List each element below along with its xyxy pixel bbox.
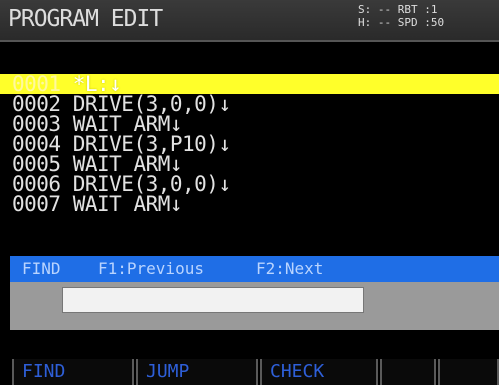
fkey-jump[interactable]: JUMP — [136, 359, 258, 385]
fkey-check[interactable]: CHECK — [260, 359, 378, 385]
status-line-1: S: -- RBT :1 — [358, 3, 438, 16]
find-dialog-header: FIND F1:Previous F2:Next — [10, 256, 499, 282]
find-previous-hint[interactable]: F1:Previous — [98, 256, 204, 282]
fkey-find[interactable]: FIND — [12, 359, 134, 385]
program-line[interactable]: 0004 DRIVE(3,P10)↓ — [0, 134, 499, 155]
fkey-4[interactable] — [380, 359, 436, 385]
find-dialog-title: FIND — [22, 259, 61, 278]
program-line[interactable]: 0002 DRIVE(3,0,0)↓ — [0, 94, 499, 115]
page-title: PROGRAM EDIT — [8, 6, 163, 32]
find-input[interactable] — [62, 287, 364, 313]
program-line[interactable]: 0001 *L:↓ — [0, 74, 499, 95]
status-panel: S: -- RBT :1 H: -- SPD :50 — [358, 3, 444, 29]
title-bar: PROGRAM EDIT S: -- RBT :1 H: -- SPD :50 — [0, 0, 499, 42]
status-line-2: H: -- SPD :50 — [358, 16, 445, 29]
line-number: 0007 — [12, 192, 61, 216]
pendant-screen: PROGRAM EDIT S: -- RBT :1 H: -- SPD :50 … — [0, 0, 499, 385]
program-line[interactable]: 0006 DRIVE(3,0,0)↓ — [0, 174, 499, 195]
program-line[interactable]: 0003 WAIT ARM↓ — [0, 114, 499, 135]
line-code: WAIT ARM↓ — [72, 192, 183, 216]
program-line[interactable]: 0007 WAIT ARM↓ — [0, 192, 499, 216]
fkey-5[interactable] — [438, 359, 499, 385]
program-line[interactable]: 0005 WAIT ARM↓ — [0, 154, 499, 175]
program-listing[interactable]: 0001 *L:↓ 0002 DRIVE(3,0,0)↓ 0003 WAIT A… — [0, 74, 499, 216]
find-dialog: FIND F1:Previous F2:Next — [10, 256, 499, 330]
function-key-bar: FIND JUMP CHECK — [0, 359, 499, 385]
find-next-hint[interactable]: F2:Next — [256, 256, 323, 282]
